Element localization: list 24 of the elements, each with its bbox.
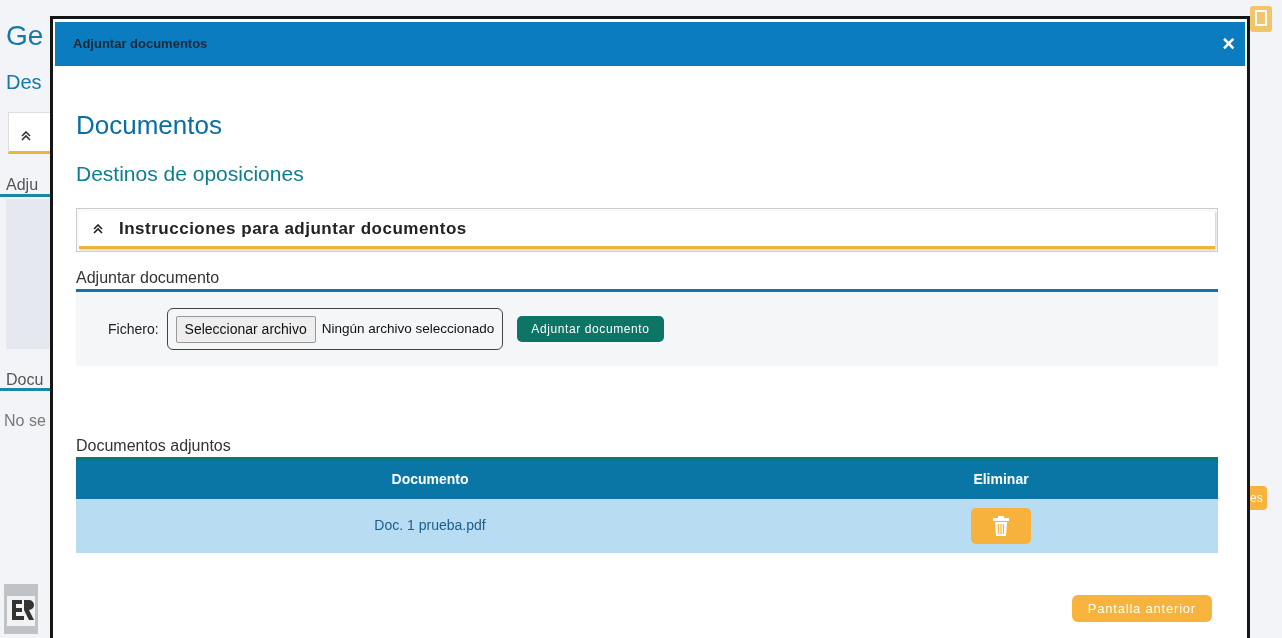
delete-button[interactable]	[971, 507, 1031, 544]
file-input[interactable]: Seleccionar archivo Ningún archivo seleccionado	[166, 308, 504, 351]
file-status: Ningún archivo seleccionado	[321, 320, 495, 339]
column-header: Documento	[76, 458, 785, 499]
certification-logo	[4, 584, 38, 634]
section-title: Documentos adjuntos	[76, 436, 232, 456]
page-subheading: Destinos de oposiciones	[76, 161, 305, 187]
column-header: Eliminar	[784, 458, 1218, 499]
attach-button[interactable]: Adjuntar documento	[517, 316, 664, 343]
page-title: Ge	[5, 22, 45, 50]
accordion-header[interactable]	[8, 112, 50, 154]
accordion-title: Instrucciones para adjuntar documentos	[119, 218, 467, 241]
choose-file-button[interactable]: Seleccionar archivo	[175, 315, 316, 343]
close-button[interactable]: ×	[1222, 33, 1235, 55]
dialog-title: Adjuntar documentos	[73, 35, 208, 54]
table-cell: Doc. 1 prueba.pdf	[76, 498, 785, 553]
chevron-up-icon	[21, 130, 31, 141]
field-label: Fichero:	[108, 319, 159, 339]
page-heading: Documentos	[76, 110, 223, 142]
message-text: No se	[3, 411, 47, 432]
accordion-header[interactable]: Instrucciones para adjuntar documentos	[79, 211, 1215, 250]
page-subtitle: Des	[5, 72, 43, 92]
chevron-up-icon	[93, 223, 103, 234]
trash-icon	[993, 514, 1009, 537]
